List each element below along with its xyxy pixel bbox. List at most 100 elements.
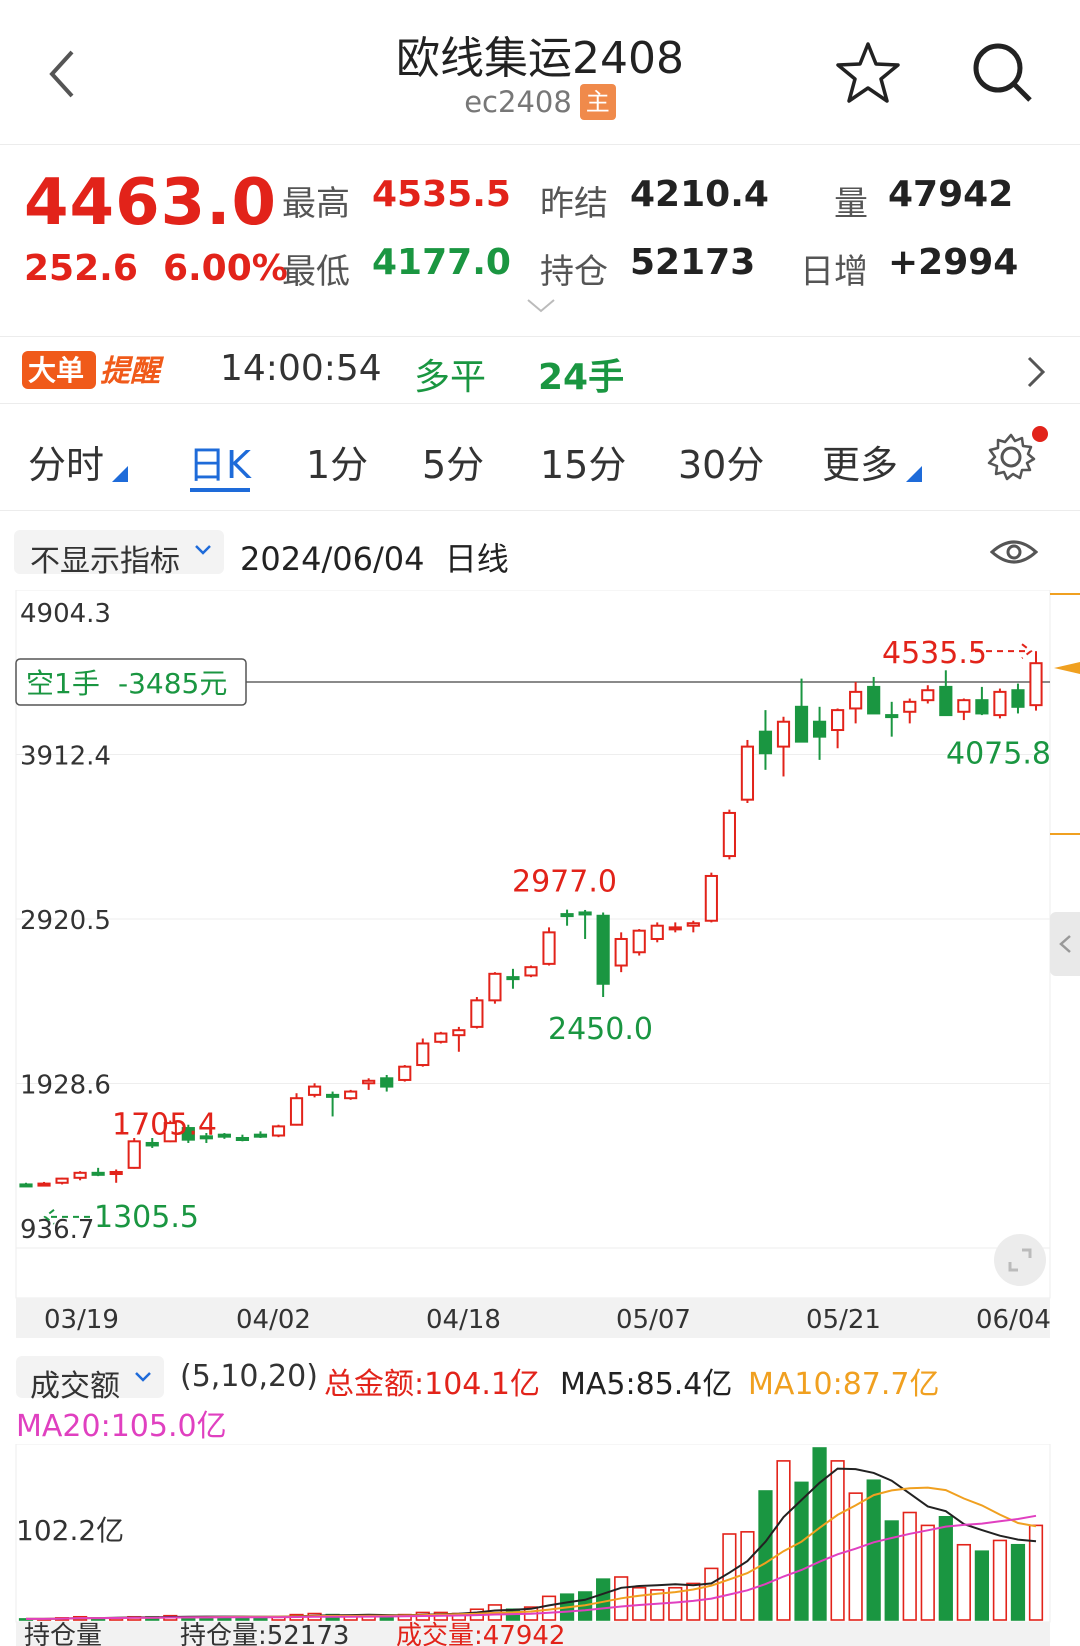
volume-bar — [740, 1531, 755, 1621]
volume-indicator-select[interactable]: 成交额 — [16, 1356, 164, 1404]
candle-body — [362, 1079, 376, 1085]
candle-body — [939, 685, 953, 717]
candle-body — [758, 730, 773, 755]
candle-body — [668, 926, 682, 931]
alert-type: 多平 — [414, 357, 487, 398]
max-price-label: 4535.5 — [882, 636, 987, 671]
footer-oi: 持仓量:52173 — [180, 1621, 349, 1646]
candle-body — [380, 1077, 394, 1088]
indicator-select-label: 不显示指标 — [30, 544, 180, 579]
candle-body — [1029, 662, 1043, 707]
side-panel-toggle[interactable] — [1050, 912, 1080, 976]
volume-value: 47942 — [888, 174, 1014, 215]
y-tick-label: 2920.5 — [20, 906, 111, 936]
candle-body — [145, 1141, 159, 1147]
gear-icon[interactable] — [986, 432, 1036, 482]
candle-body — [326, 1093, 340, 1098]
tab-more[interactable]: 更多 — [822, 434, 898, 489]
tab-30min[interactable]: 30分 — [678, 434, 764, 489]
candle-body — [91, 1171, 105, 1176]
candle-body — [903, 700, 917, 713]
x-tick-label: 05/07 — [616, 1305, 691, 1335]
logo-text-2: 提醒 — [100, 354, 165, 389]
tab-5min[interactable]: 5分 — [422, 434, 484, 489]
candle-body — [957, 699, 971, 713]
candle-body — [921, 689, 935, 702]
volume-bar — [704, 1567, 719, 1621]
candle-body — [722, 811, 736, 858]
eye-icon[interactable] — [990, 536, 1038, 568]
big-order-logo: 大单 提醒 — [22, 351, 165, 389]
price-change: 252.6 6.00% — [24, 248, 288, 289]
candle-body — [73, 1171, 87, 1179]
tab-15min[interactable]: 15分 — [540, 434, 626, 489]
candle-body — [434, 1032, 448, 1043]
candle-body — [307, 1085, 322, 1096]
tab-daily-k[interactable]: 日K — [188, 434, 251, 489]
candle-body — [614, 937, 628, 967]
change-percent: 6.00% — [162, 248, 288, 289]
big-order-alert[interactable]: 大单 提醒 14:00:54 多平 24手 — [0, 337, 1080, 404]
volume-bar — [920, 1524, 935, 1621]
candle-body — [740, 745, 755, 801]
position-pnl: -3485元 — [118, 667, 227, 700]
notification-dot — [1032, 426, 1048, 442]
kline-chart[interactable]: 4904.3 3912.4 2920.5 1928.6 936.7 4535.5 4075… — [0, 590, 1080, 1350]
candle-body — [704, 874, 718, 922]
min-price-label: 1305.5 — [94, 1200, 199, 1235]
candle-body — [794, 705, 809, 743]
y-tick-label: 1928.6 — [20, 1071, 111, 1101]
candle-body — [578, 911, 592, 916]
volume-bar — [992, 1539, 1008, 1621]
candle-body — [506, 976, 520, 981]
y-tick-label: 936.7 — [20, 1215, 94, 1245]
candle-body — [55, 1177, 69, 1184]
x-tick-label: 04/18 — [426, 1305, 501, 1335]
indicator-select[interactable]: 不显示指标 — [14, 530, 224, 579]
star-icon[interactable] — [836, 40, 900, 104]
volume-select-label: 成交额 — [30, 1369, 120, 1404]
search-icon[interactable] — [970, 40, 1034, 104]
dropdown-triangle-icon — [112, 466, 128, 482]
low-value: 4177.0 — [372, 242, 511, 283]
candle-body — [416, 1042, 430, 1067]
chevron-left-icon — [1059, 935, 1071, 953]
volume-bar — [830, 1460, 845, 1621]
expand-chevron-icon[interactable] — [526, 298, 556, 314]
candle-body — [37, 1182, 51, 1187]
prev-settle-value: 4210.4 — [630, 174, 769, 215]
x-axis-bar — [16, 1298, 1050, 1338]
candle-body — [686, 922, 700, 927]
volume-bar — [596, 1578, 611, 1621]
volume-chart: 102.2亿 持仓量 持仓量:52173 成交量:47942 — [15, 1444, 1051, 1646]
contract-code-text: ec2408 — [464, 85, 572, 119]
volume-bar — [776, 1460, 791, 1621]
candle-body — [650, 924, 664, 940]
candle-body — [217, 1133, 231, 1138]
price-marker-icon — [1054, 662, 1080, 674]
candle-body — [253, 1133, 268, 1138]
tab-intraday[interactable]: 分时 — [28, 434, 104, 489]
volume-params: (5,10,20) — [180, 1359, 318, 1394]
candle-body — [596, 914, 610, 985]
mid-label: 1705.4 — [112, 1108, 217, 1143]
logo-text-1: 大单 — [28, 354, 84, 387]
fullscreen-icon[interactable] — [994, 1234, 1046, 1286]
candle-body — [19, 1183, 33, 1188]
footer-volume: 成交量:47942 — [396, 1621, 565, 1646]
peak-label: 2977.0 — [512, 865, 617, 900]
candle-body — [885, 714, 899, 719]
x-tick-label: 05/21 — [806, 1305, 881, 1335]
chevron-right-icon[interactable] — [1026, 355, 1046, 389]
contract-code: ec2408 主 — [0, 84, 1080, 120]
candle-body — [109, 1170, 123, 1175]
chart-date-value: 2024/06/04 — [240, 540, 425, 578]
volume-label: 量 — [834, 184, 868, 224]
volume-bar — [1010, 1543, 1026, 1621]
volume-total: 总金额:104.1亿 — [324, 1367, 540, 1402]
candle-body — [831, 709, 845, 732]
volume-ma10: MA10:87.7亿 — [748, 1367, 940, 1402]
candle-body — [524, 966, 538, 977]
volume-bar — [848, 1492, 863, 1621]
tab-1min[interactable]: 1分 — [306, 434, 368, 489]
